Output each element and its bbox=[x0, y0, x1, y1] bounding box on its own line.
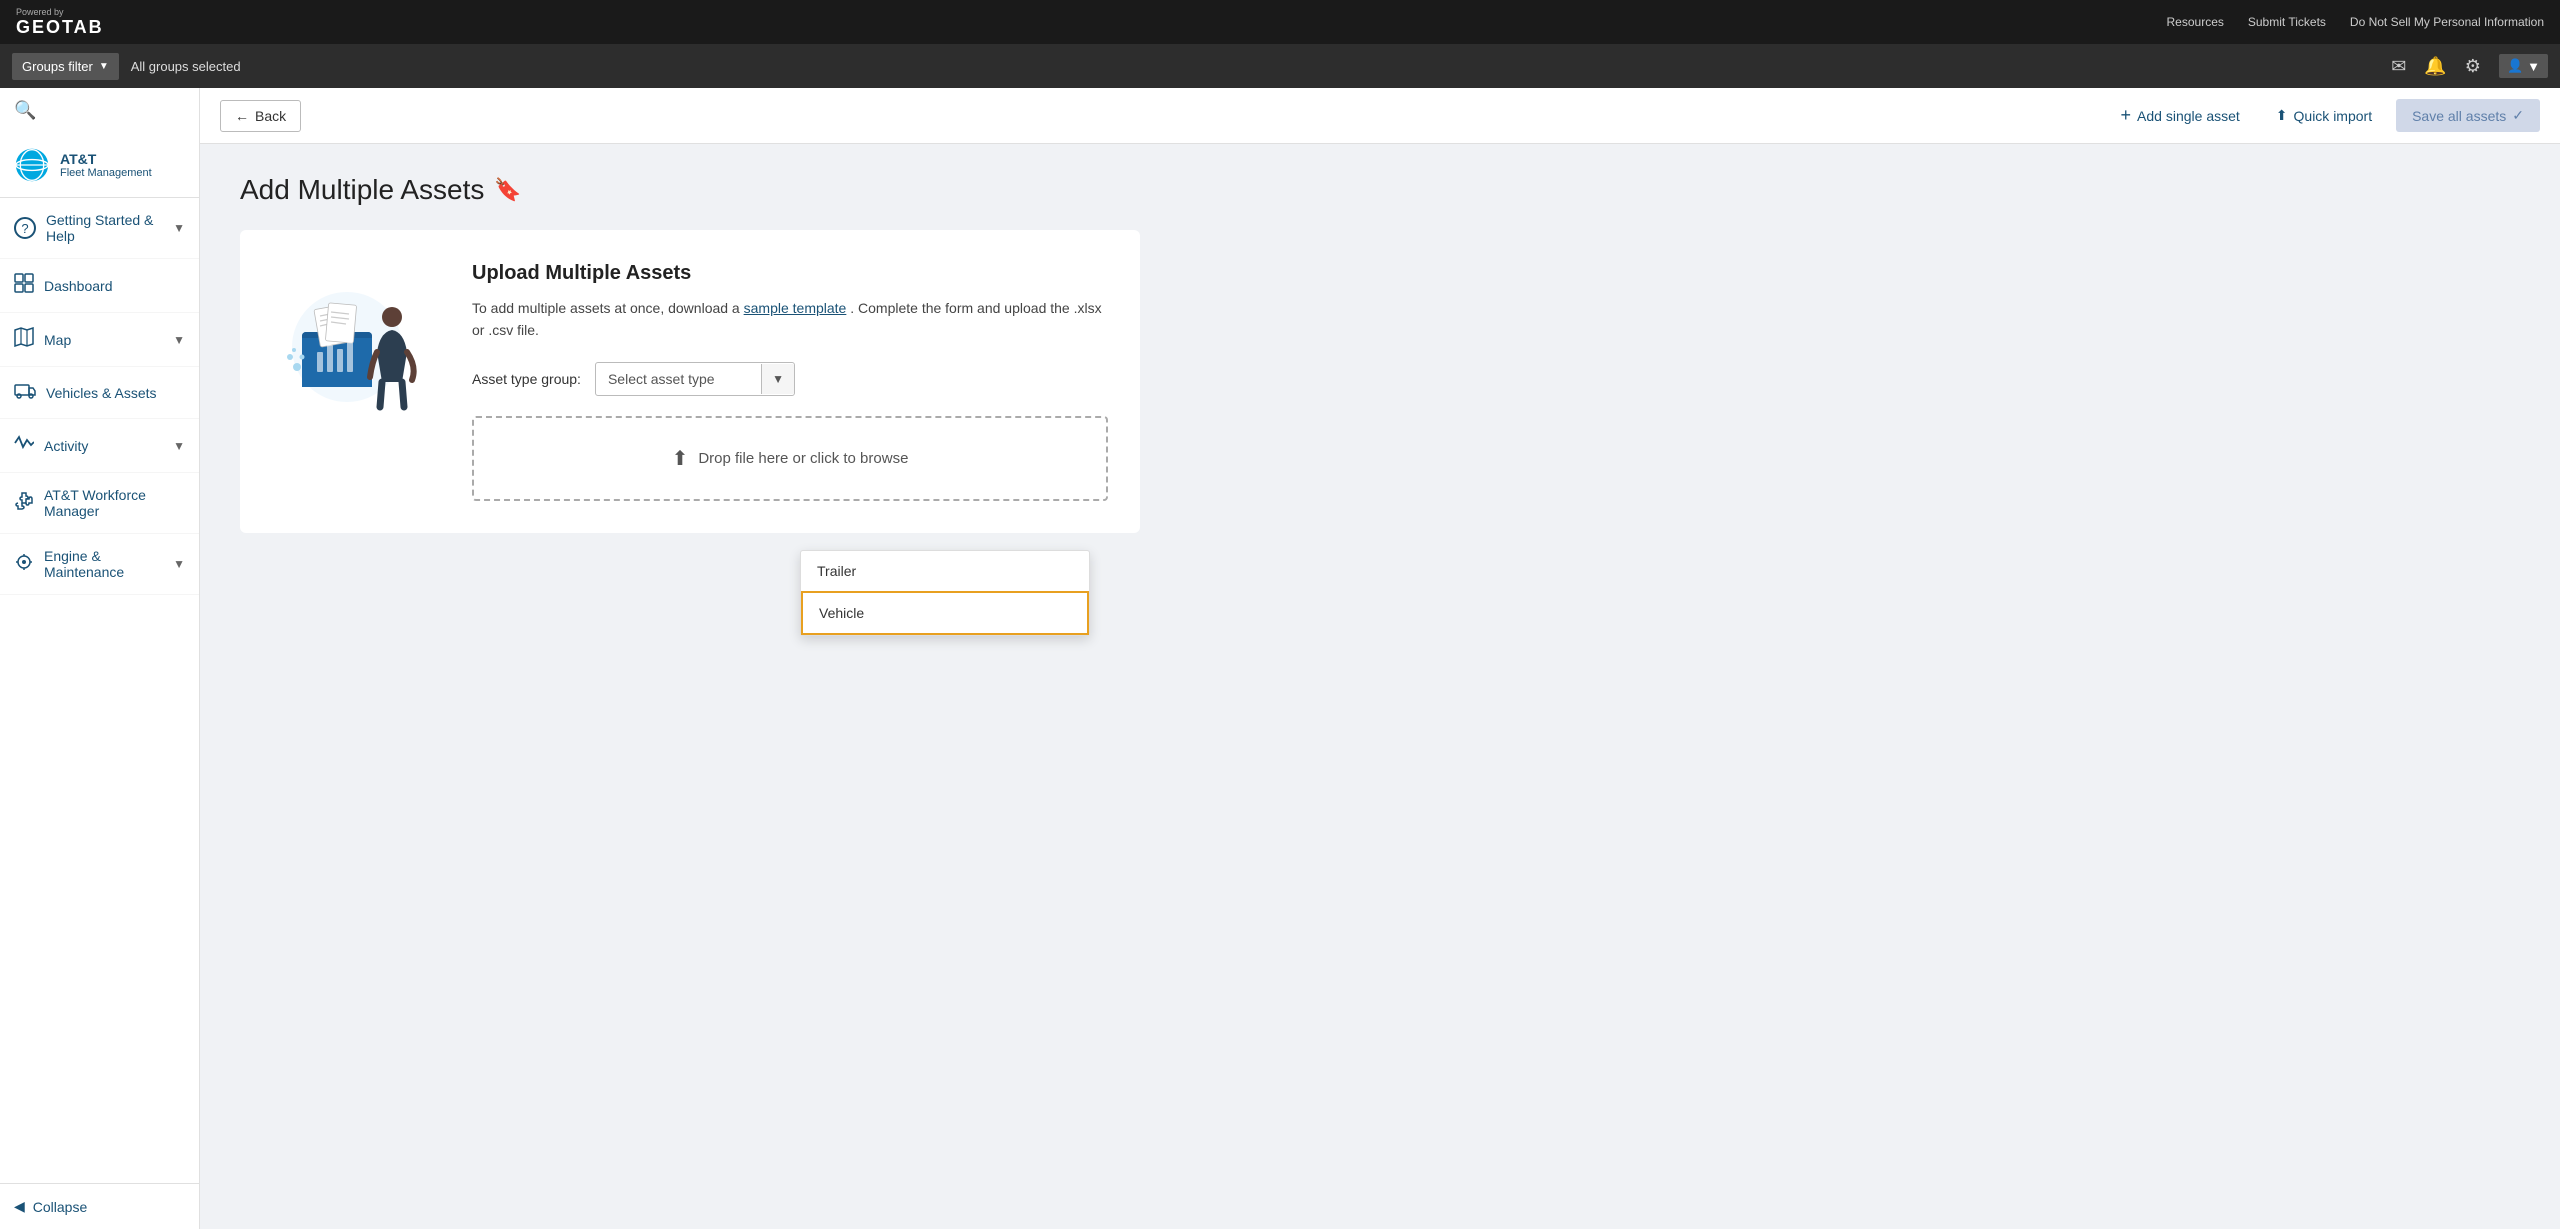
att-logo-icon bbox=[14, 147, 50, 183]
upload-illustration-svg bbox=[272, 262, 432, 422]
sidebar-brand-text: AT&T Fleet Management bbox=[60, 151, 152, 179]
sidebar-item-activity[interactable]: Activity ▼ bbox=[0, 419, 199, 473]
sidebar-search-icon[interactable]: 🔍 bbox=[0, 88, 199, 133]
activity-icon bbox=[14, 433, 34, 458]
email-icon-button[interactable]: ✉ bbox=[2391, 56, 2406, 77]
resources-link[interactable]: Resources bbox=[2167, 15, 2224, 29]
top-nav-links: Resources Submit Tickets Do Not Sell My … bbox=[2167, 15, 2544, 29]
sidebar-item-label: Getting Started & Help bbox=[46, 212, 163, 244]
bookmark-icon: 🔖 bbox=[494, 177, 521, 203]
main-content: Add Multiple Assets 🔖 bbox=[200, 144, 2560, 1229]
asset-type-row: Asset type group: Select asset type ▼ bbox=[472, 362, 1108, 396]
groups-filter-label: Groups filter bbox=[22, 59, 93, 74]
asset-type-label: Asset type group: bbox=[472, 371, 581, 387]
bell-icon-button[interactable]: 🔔 bbox=[2424, 56, 2446, 77]
user-menu-chevron-icon: ▼ bbox=[2527, 59, 2540, 74]
submit-tickets-link[interactable]: Submit Tickets bbox=[2248, 15, 2326, 29]
sidebar-nav: ? Getting Started & Help ▼ Dashboard Map… bbox=[0, 198, 199, 1183]
checkmark-icon: ✓ bbox=[2512, 107, 2524, 124]
sidebar-item-getting-started[interactable]: ? Getting Started & Help ▼ bbox=[0, 198, 199, 259]
sidebar-item-vehicles-assets[interactable]: Vehicles & Assets bbox=[0, 367, 199, 419]
page-title: Add Multiple Assets 🔖 bbox=[240, 174, 2520, 206]
sidebar-collapse-button[interactable]: ◀ Collapse bbox=[0, 1183, 199, 1229]
sidebar-item-att-workforce[interactable]: AT&T Workforce Manager bbox=[0, 473, 199, 534]
user-icon: 👤 bbox=[2507, 58, 2523, 74]
truck-icon bbox=[14, 381, 36, 404]
collapse-icon: ◀ bbox=[14, 1198, 25, 1215]
content-area: ← Back + Add single asset ⬆ Quick import… bbox=[200, 88, 2560, 1229]
content-toolbar: ← Back + Add single asset ⬆ Quick import… bbox=[200, 88, 2560, 144]
chevron-down-icon: ▼ bbox=[173, 439, 185, 453]
upload-card: Upload Multiple Assets To add multiple a… bbox=[240, 230, 1140, 533]
sidebar-item-label: Vehicles & Assets bbox=[46, 385, 185, 401]
sidebar-brand: AT&T Fleet Management bbox=[0, 133, 199, 198]
engine-icon bbox=[14, 552, 34, 577]
chevron-down-icon: ▼ bbox=[173, 557, 185, 571]
add-single-asset-button[interactable]: + Add single asset bbox=[2109, 98, 2252, 133]
sidebar-item-map[interactable]: Map ▼ bbox=[0, 313, 199, 367]
sidebar-item-engine-maintenance[interactable]: Engine & Maintenance ▼ bbox=[0, 534, 199, 595]
sidebar: 🔍 AT&T Fleet Management ? Getting Starte… bbox=[0, 88, 200, 1229]
groups-selected-text: All groups selected bbox=[131, 59, 241, 74]
map-icon bbox=[14, 327, 34, 352]
sidebar-item-label: AT&T Workforce Manager bbox=[44, 487, 185, 519]
upload-card-title: Upload Multiple Assets bbox=[472, 262, 1108, 285]
arrow-left-icon: ← bbox=[235, 108, 249, 124]
powered-by-text: Powered by GEOTAB bbox=[16, 7, 104, 38]
asset-type-select[interactable]: Select asset type ▼ bbox=[595, 362, 795, 396]
top-nav: Powered by GEOTAB Resources Submit Ticke… bbox=[0, 0, 2560, 44]
upload-file-icon: ⬆ bbox=[672, 446, 689, 471]
do-not-sell-link[interactable]: Do Not Sell My Personal Information bbox=[2350, 15, 2544, 29]
logo-area: Powered by GEOTAB bbox=[16, 7, 104, 38]
dropdown-item-vehicle[interactable]: Vehicle bbox=[801, 591, 1089, 635]
dashboard-icon bbox=[14, 273, 34, 298]
groups-filter-button[interactable]: Groups filter ▼ bbox=[12, 53, 119, 80]
upload-description: To add multiple assets at once, download… bbox=[472, 297, 1108, 342]
sidebar-item-dashboard[interactable]: Dashboard bbox=[0, 259, 199, 313]
sidebar-item-label: Map bbox=[44, 332, 163, 348]
drop-zone-text: Drop file here or click to browse bbox=[698, 450, 908, 467]
groups-bar-icons: ✉ 🔔 ⚙ 👤 ▼ bbox=[2391, 54, 2548, 78]
asset-type-dropdown: Trailer Vehicle bbox=[800, 550, 1090, 636]
upload-card-content: Upload Multiple Assets To add multiple a… bbox=[272, 262, 1108, 501]
sample-template-link[interactable]: sample template bbox=[744, 300, 847, 316]
groups-bar: Groups filter ▼ All groups selected ✉ 🔔 … bbox=[0, 44, 2560, 88]
main-layout: 🔍 AT&T Fleet Management ? Getting Starte… bbox=[0, 88, 2560, 1229]
select-dropdown-arrow-icon: ▼ bbox=[761, 364, 794, 394]
asset-type-select-text: Select asset type bbox=[596, 363, 761, 395]
sidebar-item-label: Engine & Maintenance bbox=[44, 548, 163, 580]
back-button[interactable]: ← Back bbox=[220, 100, 301, 132]
help-circle-icon: ? bbox=[14, 217, 36, 239]
plus-icon: + bbox=[2121, 105, 2132, 126]
dropdown-item-trailer[interactable]: Trailer bbox=[801, 551, 1089, 591]
upload-icon: ⬆ bbox=[2276, 107, 2288, 124]
sidebar-item-label: Activity bbox=[44, 438, 163, 454]
gear-icon-button[interactable]: ⚙ bbox=[2465, 56, 2481, 77]
upload-illustration bbox=[272, 262, 432, 427]
chevron-down-icon: ▼ bbox=[173, 221, 185, 235]
groups-filter-chevron-icon: ▼ bbox=[99, 61, 109, 72]
puzzle-icon bbox=[14, 491, 34, 516]
chevron-down-icon: ▼ bbox=[173, 333, 185, 347]
user-menu[interactable]: 👤 ▼ bbox=[2499, 54, 2548, 78]
save-all-assets-button[interactable]: Save all assets ✓ bbox=[2396, 99, 2540, 132]
quick-import-button[interactable]: ⬆ Quick import bbox=[2264, 100, 2384, 131]
sidebar-item-label: Dashboard bbox=[44, 278, 185, 294]
upload-info: Upload Multiple Assets To add multiple a… bbox=[472, 262, 1108, 501]
file-drop-zone[interactable]: ⬆ Drop file here or click to browse bbox=[472, 416, 1108, 501]
